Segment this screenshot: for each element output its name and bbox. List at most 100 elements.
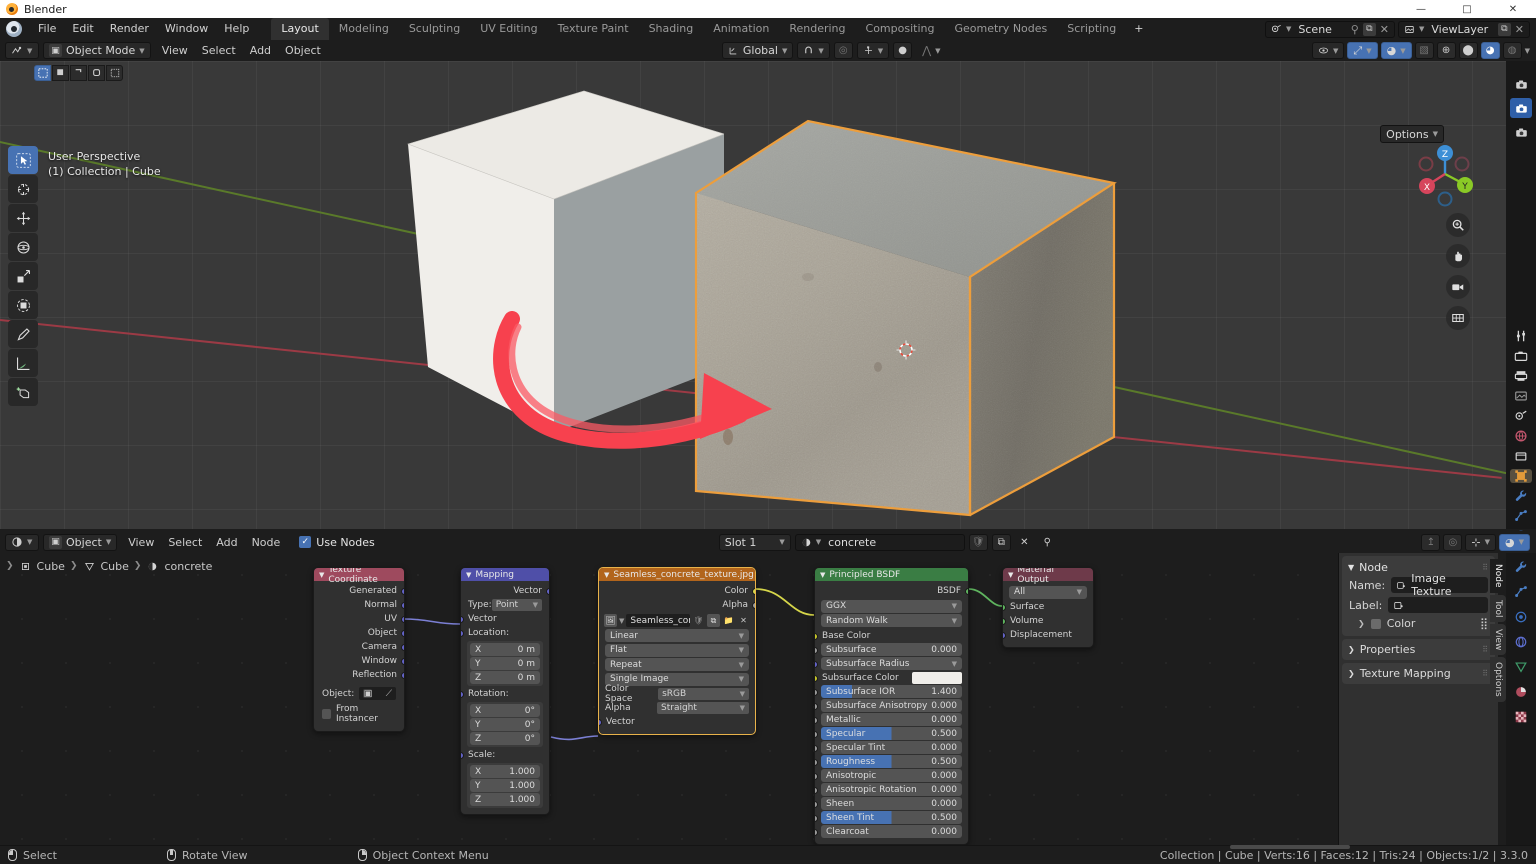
properties-tab-modifiers[interactable] (1510, 489, 1532, 503)
socket-anisotropic-rotation[interactable] (814, 787, 818, 794)
snap-magnet-toggle[interactable]: ▼ (797, 42, 829, 59)
node-prop-texture[interactable] (1510, 707, 1532, 726)
socket-color-out[interactable] (752, 588, 756, 595)
socket-displacement[interactable] (1002, 632, 1006, 639)
close-button[interactable]: ✕ (1490, 0, 1536, 18)
socket-location[interactable] (460, 630, 464, 637)
parent-node-tree-button[interactable]: ↥ (1421, 534, 1440, 551)
blender-menu-icon[interactable] (6, 21, 22, 37)
socket-surface[interactable] (1002, 604, 1006, 611)
tc-output-camera[interactable]: Camera (314, 640, 404, 654)
vector-field-x[interactable]: X 1.000 (470, 765, 540, 778)
vector-field-y[interactable]: Y 1.000 (470, 779, 540, 792)
maximize-button[interactable]: □ (1444, 0, 1490, 18)
socket-normal[interactable] (401, 602, 405, 609)
from-instancer-checkbox[interactable] (322, 709, 331, 719)
image-browse-icon[interactable]: 🖼 (604, 614, 617, 627)
tool-cursor[interactable] (8, 175, 38, 203)
socket-uv[interactable] (401, 616, 405, 623)
workspace-tab-scripting[interactable]: Scripting (1057, 18, 1126, 40)
sidebar-tab-view[interactable]: View (1490, 624, 1506, 655)
pin-material-button[interactable]: ⚲ (1038, 534, 1057, 551)
node-header-mapping[interactable]: ▼ Mapping (461, 568, 549, 581)
bsdf-slider-specular[interactable]: Specular 0.500 (821, 727, 962, 740)
image-fake-user-icon[interactable]: 🛡 (692, 614, 705, 627)
vector-field-x[interactable]: X 0 m (470, 643, 540, 656)
workspace-tab-compositing[interactable]: Compositing (856, 18, 945, 40)
socket-metallic[interactable] (814, 717, 818, 724)
bsdf-slider-sheen[interactable]: Sheen 0.000 (821, 797, 962, 810)
section-collapse-icon[interactable]: ▼ (1348, 563, 1354, 572)
bsdf-output-row[interactable]: BSDF (815, 584, 968, 598)
node-collapse-icon[interactable]: ▼ (604, 571, 609, 579)
vector-field-y[interactable]: Y 0° (470, 718, 540, 731)
shading-chevron-icon[interactable]: ▼ (1525, 47, 1530, 55)
new-viewlayer-icon[interactable]: ⧉ (1498, 23, 1511, 36)
properties-tab-output[interactable] (1510, 369, 1532, 383)
mo-input-displacement[interactable]: Displacement (1003, 628, 1093, 642)
vector-field-x[interactable]: X 0° (470, 704, 540, 717)
tc-output-generated[interactable]: Generated (314, 584, 404, 598)
node-collapse-icon[interactable]: ▼ (319, 571, 324, 579)
socket-base-color[interactable] (814, 633, 818, 640)
cube-textured-selected[interactable] (688, 117, 1120, 529)
delete-scene-icon[interactable]: ✕ (1380, 23, 1389, 36)
socket-subsurface-ior[interactable] (814, 689, 818, 696)
node-header-texture-coordinate[interactable]: ▼ Texture Coordinate (314, 568, 404, 581)
node-prop-material[interactable] (1510, 682, 1532, 701)
node-image-texture[interactable]: ▼ Seamless_concrete_texture.jpg Color Al… (598, 567, 756, 735)
menu-render[interactable]: Render (102, 18, 157, 40)
socket-vector-out[interactable] (546, 588, 550, 595)
snap-during-transform-toggle[interactable]: ● (893, 42, 912, 59)
horizontal-scrollbar[interactable] (1230, 845, 1350, 849)
xray-toggle[interactable]: ▧ (1415, 42, 1434, 59)
node-snap-selector[interactable]: ⊹ ▼ (1465, 534, 1496, 551)
bsdf-row-base-color[interactable]: Base Color (815, 629, 968, 643)
toggle-perspective-button[interactable] (1446, 306, 1470, 330)
node-header-material-output[interactable]: ▼ Material Output (1003, 568, 1093, 581)
bsdf-row-clearcoat[interactable]: Clearcoat 0.000 (815, 825, 968, 839)
node-prop-particles[interactable] (1510, 582, 1532, 601)
socket-sheen-tint[interactable] (814, 815, 818, 822)
shader-menu-add[interactable]: Add (209, 532, 244, 553)
shader-node-canvas[interactable]: ▼ Texture Coordinate Generated Normal UV… (0, 553, 1330, 845)
workspace-tab-animation[interactable]: Animation (703, 18, 779, 40)
bsdf-slider-subsurface[interactable]: Subsurface 0.000 (821, 643, 962, 656)
menu-edit[interactable]: Edit (64, 18, 101, 40)
menu-file[interactable]: File (30, 18, 64, 40)
properties-tab-collection[interactable] (1510, 449, 1532, 463)
tc-output-reflection[interactable]: Reflection (314, 668, 404, 682)
image-open-folder-icon[interactable]: 📁 (722, 614, 735, 627)
bsdf-slider-anisotropic-rotation[interactable]: Anisotropic Rotation 0.000 (821, 783, 962, 796)
tool-tweak[interactable] (8, 146, 38, 174)
bsdf-distribution-dropdown[interactable]: GGX ▼ (821, 600, 962, 613)
properties-tab-scene[interactable] (1510, 409, 1532, 423)
bsdf-slider-sheen-tint[interactable]: Sheen Tint 0.500 (821, 811, 962, 824)
visibility-selector[interactable]: ▼ (1312, 42, 1344, 59)
socket-subsurface-color[interactable] (814, 675, 818, 682)
node-header-image-texture[interactable]: ▼ Seamless_concrete_texture.jpg (599, 568, 755, 581)
mo-input-volume[interactable]: Volume (1003, 614, 1093, 628)
shader-menu-view[interactable]: View (121, 532, 161, 553)
fake-user-toggle[interactable]: 🛡 (969, 534, 988, 551)
viewport-menu-object[interactable]: Object (278, 40, 328, 61)
image-interpolation-dropdown[interactable]: Linear ▼ (605, 629, 749, 642)
bsdf-slider-specular-tint[interactable]: Specular Tint 0.000 (821, 741, 962, 754)
viewport-menu-add[interactable]: Add (243, 40, 278, 61)
bsdf-row-sheen[interactable]: Sheen 0.000 (815, 797, 968, 811)
add-workspace-button[interactable]: + (1126, 18, 1151, 40)
shader-menu-select[interactable]: Select (161, 532, 209, 553)
socket-subsurface-radius[interactable] (814, 661, 818, 668)
image-projection-dropdown[interactable]: Flat ▼ (605, 644, 749, 657)
tool-add-cube[interactable] (8, 378, 38, 406)
image-colorspace-row[interactable]: Color Space sRGB ▼ (599, 687, 755, 701)
image-texture-output-alpha[interactable]: Alpha (599, 598, 755, 612)
socket-alpha-out[interactable] (752, 602, 756, 609)
node-texture-coordinate[interactable]: ▼ Texture Coordinate Generated Normal UV… (313, 567, 405, 732)
tc-output-window[interactable]: Window (314, 654, 404, 668)
socket-bsdf-out[interactable] (965, 588, 969, 595)
viewport-menu-select[interactable]: Select (195, 40, 243, 61)
socket-sheen[interactable] (814, 801, 818, 808)
workspace-tab-geometry-nodes[interactable]: Geometry Nodes (944, 18, 1057, 40)
cube-grey[interactable] (404, 87, 724, 437)
